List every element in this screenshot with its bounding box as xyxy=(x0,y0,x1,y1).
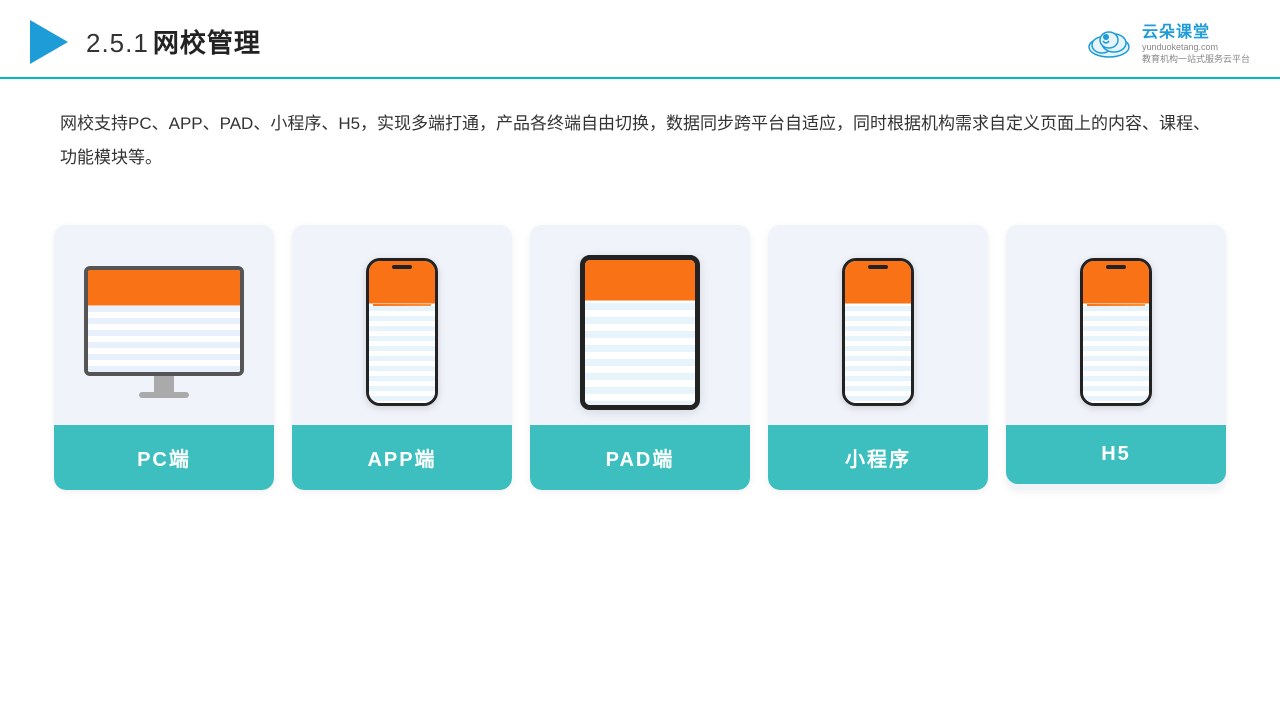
card-pc: PC端 xyxy=(54,225,274,490)
card-pc-image xyxy=(54,225,274,425)
card-pad-label: PAD端 xyxy=(530,425,750,490)
brand-logo: 云朵课堂 yunduoketang.com 教育机构一站式服务云平台 xyxy=(1084,18,1250,65)
cards-section: PC端 APP端 PAD端 小程序 xyxy=(0,195,1280,520)
card-h5-label: H5 xyxy=(1006,425,1226,484)
card-app-label: APP端 xyxy=(292,425,512,490)
card-pc-label: PC端 xyxy=(54,425,274,490)
app-device-mockup xyxy=(366,258,438,406)
page-title: 2.5.1网校管理 xyxy=(86,23,261,60)
brand-url: yunduoketang.com xyxy=(1142,42,1218,52)
header: 2.5.1网校管理 云朵课堂 yunduoketang.com 教育机构一站式服… xyxy=(0,0,1280,79)
miniprogram-device-mockup xyxy=(842,258,914,406)
section-number: 2.5.1 xyxy=(86,28,149,58)
brand-name: 云朵课堂 xyxy=(1142,18,1210,42)
pc-device-mockup xyxy=(84,266,244,398)
cloud-icon xyxy=(1084,25,1134,59)
card-app: APP端 xyxy=(292,225,512,490)
logo-triangle-icon xyxy=(30,20,68,64)
card-miniprogram-image xyxy=(768,225,988,425)
card-miniprogram-label: 小程序 xyxy=(768,425,988,490)
card-app-image xyxy=(292,225,512,425)
header-left: 2.5.1网校管理 xyxy=(30,20,261,64)
title-text: 网校管理 xyxy=(153,28,261,58)
card-pad-image xyxy=(530,225,750,425)
card-pad: PAD端 xyxy=(530,225,750,490)
description-text: 网校支持PC、APP、PAD、小程序、H5，实现多端打通，产品各终端自由切换，数… xyxy=(0,79,1280,185)
brand-tagline: 教育机构一站式服务云平台 xyxy=(1142,52,1250,65)
card-h5: H5 xyxy=(1006,225,1226,490)
brand-text: 云朵课堂 yunduoketang.com 教育机构一站式服务云平台 xyxy=(1142,18,1250,65)
h5-device-mockup xyxy=(1080,258,1152,406)
card-h5-image xyxy=(1006,225,1226,425)
pad-device-mockup xyxy=(580,255,700,410)
card-miniprogram: 小程序 xyxy=(768,225,988,490)
